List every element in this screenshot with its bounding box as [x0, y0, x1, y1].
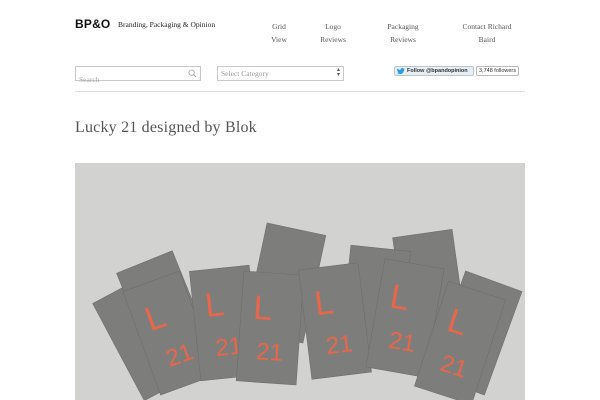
twitter-follow-button[interactable]: Follow @bpandopinion	[394, 66, 474, 76]
nav-logo-reviews-line1: Logo	[325, 22, 341, 31]
site-logo[interactable]: BP&O	[75, 17, 110, 31]
search-input[interactable]	[76, 73, 179, 86]
card-number: 21	[387, 327, 418, 358]
nav-contact-line2: Baird	[478, 35, 496, 44]
category-select[interactable]: Select Category ▴ ▾	[217, 66, 344, 81]
site-tagline: Branding, Packaging & Opinion	[118, 20, 216, 29]
follower-count-badge[interactable]: 3,748 followers	[476, 66, 519, 76]
business-card: L 21	[235, 270, 305, 386]
card-letter: L	[203, 285, 226, 325]
card-number: 21	[255, 338, 284, 367]
nav-packaging-reviews[interactable]: Packaging Reviews	[378, 20, 428, 46]
nav-contact-line1: Contact Richard	[462, 22, 512, 31]
nav-packaging-reviews-line1: Packaging	[387, 22, 419, 31]
business-cards-photo: L21L21L21L21L21 L21	[75, 163, 525, 400]
header-divider	[75, 91, 525, 92]
nav-grid-view-line1: Grid	[272, 22, 286, 31]
twitter-follow-label: Follow @bpandopinion	[407, 68, 468, 74]
card-letter: L	[252, 289, 274, 328]
nav-grid-view-line2: View	[271, 35, 287, 44]
search-box[interactable]	[75, 66, 201, 86]
nav-contact[interactable]: Contact Richard Baird	[452, 20, 522, 46]
post-image: L 21 L 21 L 21 L 21 L 21 L 21	[75, 163, 525, 400]
select-arrows-icon: ▴ ▾	[336, 67, 340, 78]
post-title[interactable]: Lucky 21 designed by Blok	[75, 119, 257, 137]
nav-logo-reviews[interactable]: Logo Reviews	[312, 20, 354, 46]
search-icon[interactable]	[188, 69, 197, 78]
category-select-value: Select Category	[221, 69, 269, 78]
nav-packaging-reviews-line2: Reviews	[390, 35, 416, 44]
card-number: 21	[324, 330, 354, 360]
nav-logo-reviews-line2: Reviews	[320, 35, 346, 44]
nav-grid-view[interactable]: Grid View	[262, 20, 296, 46]
twitter-bird-icon	[397, 68, 405, 74]
